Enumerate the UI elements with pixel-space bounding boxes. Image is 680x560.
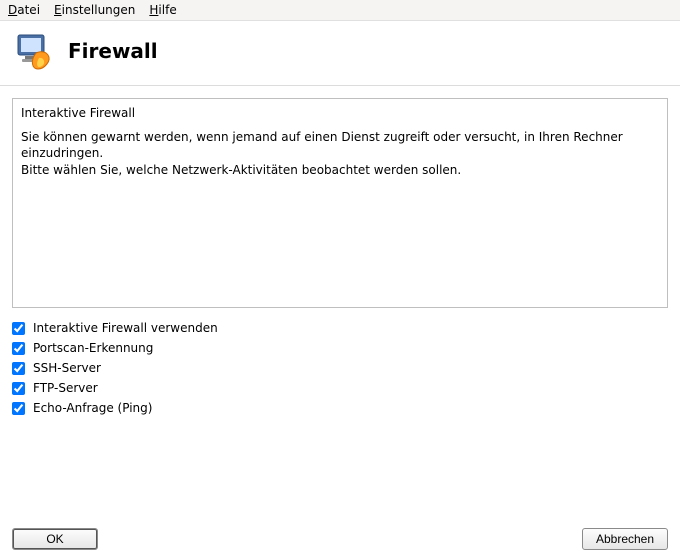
menu-help[interactable]: Hilfe [149,3,176,17]
ok-button[interactable]: OK [12,528,98,550]
menu-help-rest: ilfe [158,3,176,17]
option-label: Interaktive Firewall verwenden [33,321,218,335]
menu-prefs-rest: instellungen [62,3,136,17]
checkbox-ssh[interactable] [12,362,25,375]
menu-file-mnemonic: D [8,3,17,17]
option-portscan[interactable]: Portscan-Erkennung [12,338,668,358]
option-ping[interactable]: Echo-Anfrage (Ping) [12,398,668,418]
menubar: Datei Einstellungen Hilfe [0,0,680,21]
checkbox-ftp[interactable] [12,382,25,395]
cancel-button[interactable]: Abbrechen [582,528,668,550]
checkbox-ping[interactable] [12,402,25,415]
option-label: Echo-Anfrage (Ping) [33,401,152,415]
option-label: Portscan-Erkennung [33,341,153,355]
menu-file[interactable]: Datei [8,3,40,17]
content: Interaktive Firewall Sie können gewarnt … [0,86,680,518]
menu-prefs[interactable]: Einstellungen [54,3,135,17]
info-body-line2: Bitte wählen Sie, welche Netzwerk-Aktivi… [21,163,461,177]
option-use-interactive[interactable]: Interaktive Firewall verwenden [12,318,668,338]
firewall-icon [14,31,54,71]
header: Firewall [0,21,680,86]
option-label: FTP-Server [33,381,98,395]
checkbox-use-interactive[interactable] [12,322,25,335]
page-title: Firewall [68,39,158,63]
checkbox-portscan[interactable] [12,342,25,355]
info-body-line1: Sie können gewarnt werden, wenn jemand a… [21,130,623,160]
info-body: Sie können gewarnt werden, wenn jemand a… [21,129,659,178]
info-box: Interaktive Firewall Sie können gewarnt … [12,98,668,308]
options-list: Interaktive Firewall verwenden Portscan-… [12,318,668,418]
menu-file-rest: atei [17,3,40,17]
footer: OK Abbrechen [0,518,680,560]
option-label: SSH-Server [33,361,101,375]
menu-prefs-mnemonic: E [54,3,62,17]
info-heading: Interaktive Firewall [21,105,659,121]
option-ftp[interactable]: FTP-Server [12,378,668,398]
option-ssh[interactable]: SSH-Server [12,358,668,378]
